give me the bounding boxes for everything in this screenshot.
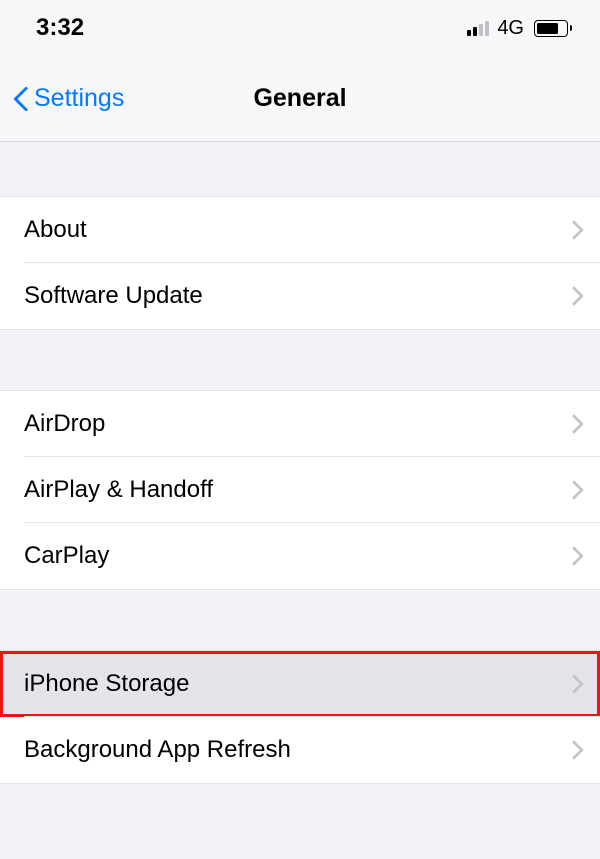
chevron-right-icon [570, 481, 580, 499]
list-item-iphone-storage[interactable]: iPhone Storage [0, 651, 600, 717]
battery-icon [534, 20, 572, 37]
status-time: 3:32 [36, 14, 84, 42]
list-item-background-app-refresh[interactable]: Background App Refresh [0, 717, 600, 783]
list-item-about[interactable]: About [0, 197, 600, 263]
list-item-airplay-handoff[interactable]: AirPlay & Handoff [0, 457, 600, 523]
back-label: Settings [34, 84, 124, 113]
cellular-signal-icon [467, 20, 489, 36]
status-bar: 3:32 4G [0, 0, 600, 56]
chevron-right-icon [570, 287, 580, 305]
list-item-label: AirPlay & Handoff [24, 476, 213, 504]
chevron-right-icon [570, 741, 580, 759]
chevron-right-icon [570, 547, 580, 565]
list-group-about: About Software Update [0, 196, 600, 330]
list-item-label: Background App Refresh [24, 736, 291, 764]
list-group-connectivity: AirDrop AirPlay & Handoff CarPlay [0, 390, 600, 590]
list-item-label: About [24, 216, 87, 244]
back-button[interactable]: Settings [12, 84, 124, 114]
navigation-bar: Settings General [0, 56, 600, 142]
list-item-label: Software Update [24, 282, 203, 310]
chevron-right-icon [570, 675, 580, 693]
status-indicators: 4G [467, 17, 572, 40]
list-group-storage: iPhone Storage Background App Refresh [0, 650, 600, 784]
list-item-label: iPhone Storage [24, 670, 189, 698]
chevron-right-icon [570, 415, 580, 433]
list-item-label: CarPlay [24, 542, 109, 570]
section-spacer [0, 330, 600, 390]
page-title: General [253, 84, 346, 113]
list-item-software-update[interactable]: Software Update [0, 263, 600, 329]
section-spacer [0, 142, 600, 196]
section-spacer [0, 590, 600, 650]
chevron-left-icon [12, 84, 30, 114]
list-item-label: AirDrop [24, 410, 105, 438]
network-type: 4G [497, 17, 524, 40]
list-item-carplay[interactable]: CarPlay [0, 523, 600, 589]
chevron-right-icon [570, 221, 580, 239]
list-item-airdrop[interactable]: AirDrop [0, 391, 600, 457]
